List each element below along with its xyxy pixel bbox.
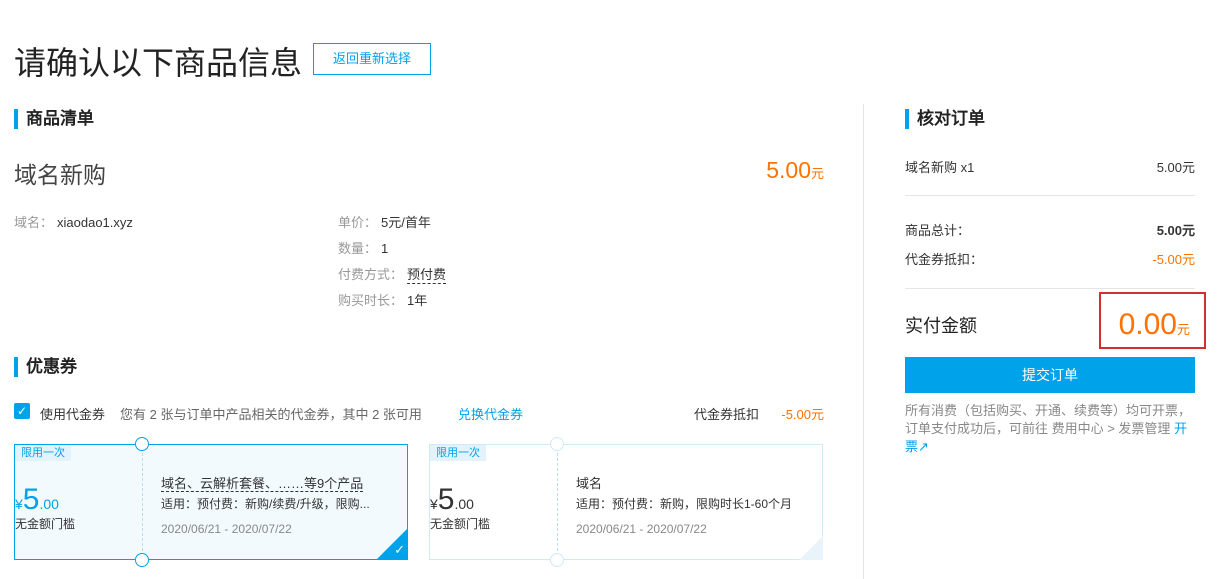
domain-value: xiaodao1.xyz bbox=[57, 215, 133, 230]
page-title: 请确认以下商品信息 bbox=[14, 45, 303, 81]
coupon-date: 2020/06/21 - 2020/07/22 bbox=[161, 522, 292, 536]
pay-amount-highlight: 0.00元 bbox=[1099, 292, 1206, 349]
goods-list-heading: 商品清单 bbox=[14, 109, 94, 129]
payment-method-field: 付费方式： 预付费 bbox=[338, 267, 447, 284]
coupon-bar: ✓ 使用代金券 您有 2 张与订单中产品相关的代金券，其中 2 张可用 兑换代金… bbox=[14, 403, 824, 423]
domain-field: 域名： xiaodao1.xyz bbox=[14, 215, 133, 230]
submit-order-button[interactable]: 提交订单 bbox=[905, 357, 1195, 393]
coupon-amount: ¥5.00 bbox=[430, 483, 474, 516]
coupon-tag: 限用一次 bbox=[15, 445, 71, 461]
divider bbox=[905, 195, 1195, 196]
voucher-deduct-label: 代金券抵扣 bbox=[694, 407, 760, 422]
coupon-card[interactable]: 限用一次 ¥5.00 无金额门槛 域名 适用：预付费：新购，限购时长1-60个月… bbox=[429, 437, 823, 567]
coupon-amount: ¥5.00 bbox=[15, 483, 59, 516]
duration-field: 购买时长： 1年 bbox=[338, 293, 428, 308]
unit-price-field: 单价： 5元/首年 bbox=[338, 215, 431, 230]
coupon-notch bbox=[550, 553, 564, 567]
coupon-divider bbox=[142, 453, 143, 551]
product-price: 5.00元 bbox=[766, 157, 824, 183]
exchange-voucher-link[interactable]: 兑换代金券 bbox=[458, 404, 523, 423]
coupon-notch bbox=[135, 553, 149, 567]
goods-total-row: 商品总计： 5.00元 bbox=[905, 223, 1195, 238]
order-review-heading: 核对订单 bbox=[905, 109, 985, 129]
coupon-scope: 域名 bbox=[576, 476, 603, 491]
coupon-divider bbox=[557, 453, 558, 551]
coupon-usage: 适用：预付费：新购，限购时长1-60个月 bbox=[576, 497, 793, 511]
coupon-threshold: 无金额门槛 bbox=[15, 517, 76, 531]
voucher-info: 您有 2 张与订单中产品相关的代金券，其中 2 张可用 bbox=[120, 407, 422, 422]
coupon-scope[interactable]: 域名、云解析套餐、……等9个产品 bbox=[161, 473, 401, 492]
order-item-row: 域名新购 x1 5.00元 bbox=[905, 160, 1195, 175]
coupon-tag: 限用一次 bbox=[430, 445, 486, 461]
voucher-deduct-row: 代金券抵扣： -5.00元 bbox=[905, 252, 1195, 267]
pay-amount-label: 实付金额 bbox=[905, 316, 977, 336]
product-name: 域名新购 bbox=[14, 162, 106, 188]
voucher-deduct-value: -5.00元 bbox=[781, 407, 824, 422]
use-voucher-checkbox[interactable]: ✓ bbox=[14, 403, 30, 419]
invoice-note: 所有消费（包括购买、开通、续费等）均可开票，订单支付成功后，可前往 费用中心 >… bbox=[905, 403, 1192, 454]
check-icon: ✓ bbox=[16, 404, 28, 418]
divider bbox=[905, 288, 1195, 289]
pay-amount-value: 0.00元 bbox=[1118, 308, 1190, 341]
coupon-usage: 适用：预付费：新购/续费/升级，限购... bbox=[161, 497, 370, 511]
use-voucher-label[interactable]: 使用代金券 bbox=[40, 404, 105, 423]
coupon-threshold: 无金额门槛 bbox=[430, 517, 491, 531]
quantity-field: 数量： 1 bbox=[338, 241, 389, 256]
unselected-corner-icon bbox=[799, 536, 823, 560]
coupon-notch bbox=[135, 437, 149, 451]
coupon-notch bbox=[550, 437, 564, 451]
payment-method-value[interactable]: 预付费 bbox=[407, 267, 447, 284]
back-reselect-button[interactable]: 返回重新选择 bbox=[313, 43, 431, 75]
coupons-heading: 优惠券 bbox=[14, 357, 77, 377]
coupon-card[interactable]: 限用一次 ¥5.00 无金额门槛 域名、云解析套餐、……等9个产品 适用：预付费… bbox=[14, 437, 408, 567]
selected-check-icon: ✓ bbox=[376, 528, 408, 560]
vertical-divider bbox=[863, 104, 864, 579]
coupon-date: 2020/06/21 - 2020/07/22 bbox=[576, 522, 707, 536]
external-link-icon: ↗ bbox=[918, 439, 929, 454]
